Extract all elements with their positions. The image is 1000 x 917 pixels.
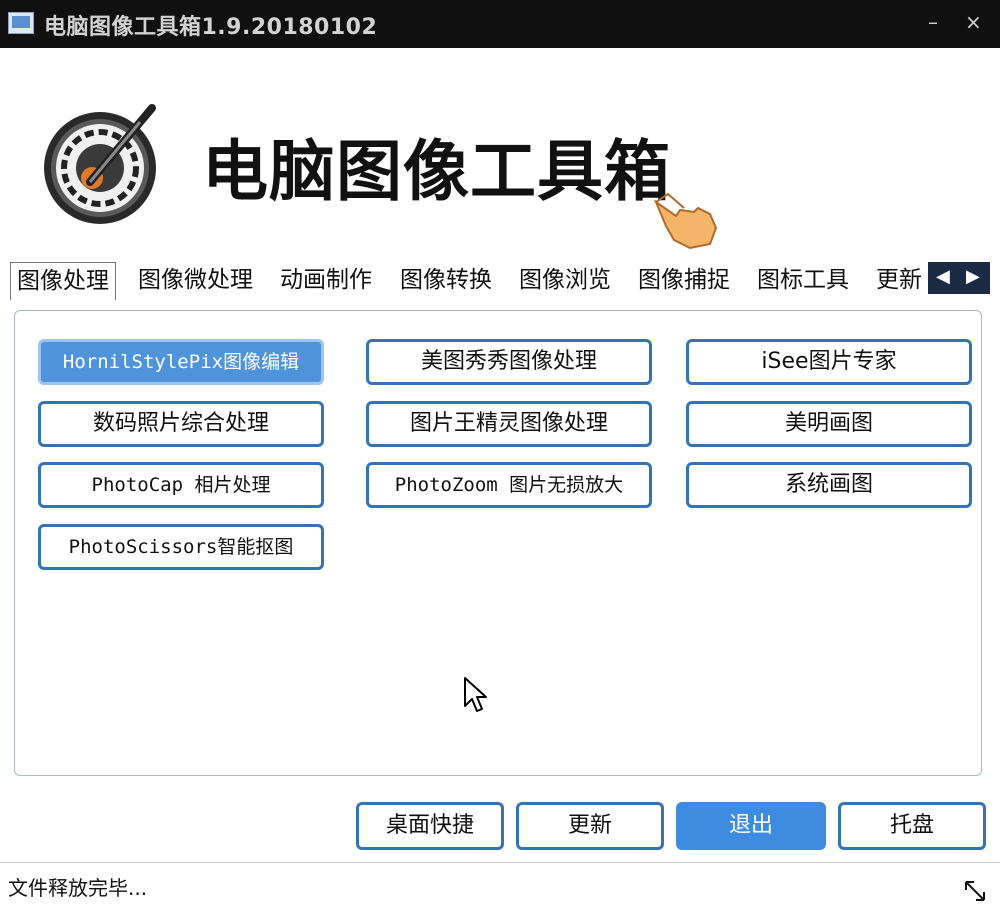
window-title: 电脑图像工具箱1.9.20180102 (44, 15, 378, 40)
tool-isee-button[interactable]: iSee图片专家 (686, 339, 972, 385)
resize-arrows-icon[interactable] (962, 878, 988, 904)
close-button[interactable]: × (965, 10, 982, 34)
tab-scroll-right-icon[interactable]: ▶ (966, 266, 980, 287)
exit-button[interactable]: 退出 (676, 802, 826, 850)
mouse-cursor-icon (464, 677, 487, 712)
tool-photoscissors-button[interactable]: PhotoScissors智能抠图 (38, 524, 324, 570)
tool-system-paint-button[interactable]: 系统画图 (686, 462, 972, 508)
category-tabs: 图像处理 图像微处理 动画制作 图像转换 图像浏览 图像捕捉 图标工具 更新 (10, 262, 996, 300)
update-button[interactable]: 更新 (516, 802, 664, 850)
tool-photocap-button[interactable]: PhotoCap 相片处理 (38, 462, 324, 508)
tab-animation[interactable]: 动画制作 (280, 262, 372, 300)
minimize-button[interactable]: – (928, 10, 938, 34)
tool-photozoom-button[interactable]: PhotoZoom 图片无损放大 (366, 462, 652, 508)
tool-picture-king-button[interactable]: 图片王精灵图像处理 (366, 401, 652, 447)
tab-image-conversion[interactable]: 图像转换 (400, 262, 492, 300)
tray-button[interactable]: 托盘 (838, 802, 986, 850)
tab-scroll-left-icon[interactable]: ◀ (936, 266, 950, 287)
tab-update[interactable]: 更新 (876, 262, 922, 300)
tab-image-capture[interactable]: 图像捕捉 (638, 262, 730, 300)
app-name-heading: 电脑图像工具箱 (202, 133, 671, 210)
tool-meiming-paint-button[interactable]: 美明画图 (686, 401, 972, 447)
desktop-shortcut-button[interactable]: 桌面快捷 (356, 802, 504, 850)
status-divider (0, 862, 1000, 863)
tab-icon-tools[interactable]: 图标工具 (757, 262, 849, 300)
tool-hornilstylepix-button[interactable]: HornilStylePix图像编辑 (38, 339, 324, 385)
title-bar[interactable]: 电脑图像工具箱1.9.20180102 – × (0, 0, 1000, 48)
pointing-hand-icon (653, 192, 718, 250)
status-text: 文件释放完毕... (8, 876, 148, 900)
tool-meitu-button[interactable]: 美图秀秀图像处理 (366, 339, 652, 385)
app-logo-icon (44, 104, 156, 224)
tool-digital-photo-button[interactable]: 数码照片综合处理 (38, 401, 324, 447)
app-window-icon (8, 12, 34, 34)
tab-image-browse[interactable]: 图像浏览 (519, 262, 611, 300)
tab-scroll-control: ◀ ▶ (928, 262, 990, 294)
tab-image-processing[interactable]: 图像处理 (10, 262, 116, 300)
tab-image-micro-processing[interactable]: 图像微处理 (138, 262, 253, 300)
